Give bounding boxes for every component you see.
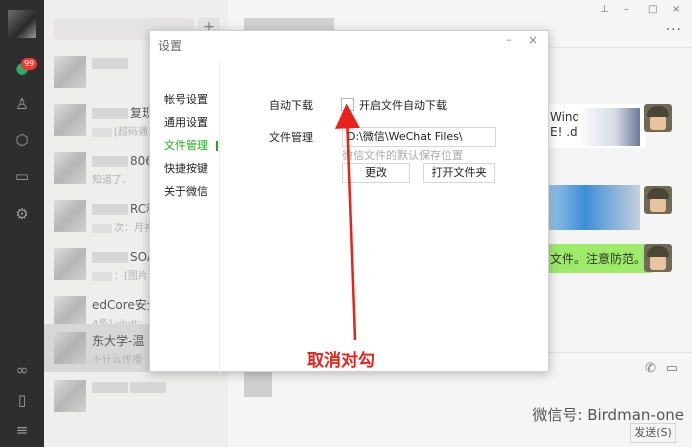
nav-shortcuts[interactable]: 快捷按键 (164, 160, 208, 176)
nav-file-management[interactable]: 文件管理 (164, 137, 208, 153)
auto-download-label: 自动下载 (269, 99, 313, 112)
box-icon[interactable]: ⬡ (12, 130, 32, 150)
phone-icon[interactable]: ▯ (12, 390, 32, 410)
avatar[interactable] (644, 186, 672, 214)
user-avatar[interactable] (8, 10, 36, 38)
settings-nav: 帐号设置 通用设置 文件管理 快捷按键 关于微信 (150, 61, 220, 373)
send-button[interactable]: 发送(S) (630, 423, 676, 443)
save-path-hint: 微信文件的默认保存位置 (342, 149, 463, 162)
close-button[interactable]: × (526, 33, 540, 47)
attachment-thumb (244, 369, 272, 397)
nav-about[interactable]: 关于微信 (164, 183, 208, 199)
video-call-icon[interactable]: ▭ (666, 361, 678, 376)
auto-download-checkbox[interactable] (341, 98, 354, 111)
image-message[interactable] (548, 185, 640, 230)
more-icon[interactable]: ··· (666, 22, 682, 38)
gear-icon[interactable]: ⚙ (12, 204, 32, 224)
avatar[interactable] (644, 244, 672, 272)
minimize-icon[interactable]: – (624, 4, 629, 15)
unread-badge: 99 (21, 58, 38, 70)
nav-general-settings[interactable]: 通用设置 (164, 114, 208, 130)
close-icon[interactable]: × (672, 4, 680, 15)
annotation-text: 取消对勾 (307, 351, 375, 371)
watermark-text: 微信号: Birdman-one (532, 406, 684, 424)
contacts-icon[interactable]: ♙ (12, 94, 32, 114)
pin-icon[interactable]: ⊥ (600, 4, 609, 15)
folder-icon[interactable]: ▭ (12, 166, 32, 186)
change-path-button[interactable]: 更改 (342, 163, 410, 183)
avatar[interactable] (644, 104, 672, 132)
dialog-title: 设置 (158, 39, 183, 53)
file-management-label: 文件管理 (269, 131, 313, 144)
auto-download-checkbox-label[interactable]: 开启文件自动下载 (359, 97, 447, 113)
active-nav-marker (216, 141, 218, 151)
minimize-button[interactable]: – (502, 33, 516, 47)
link-icon[interactable]: ∞ (12, 360, 32, 380)
nav-rail: ● 99 ♙ ⬡ ▭ ⚙ ∞ ▯ ≡ (0, 0, 44, 447)
file-thumbnail (578, 108, 640, 146)
phone-call-icon[interactable]: ✆ (645, 361, 656, 376)
maximize-icon[interactable]: □ (648, 4, 657, 15)
nav-account-settings[interactable]: 帐号设置 (164, 91, 208, 107)
text-message[interactable]: 文件。注意防范。 (542, 244, 655, 273)
save-path-field: D:\微信\WeChat Files\ (342, 127, 496, 147)
menu-icon[interactable]: ≡ (12, 420, 32, 440)
settings-dialog: 设置 – × 帐号设置 通用设置 文件管理 快捷按键 关于微信 自动下载 开启文… (149, 30, 549, 373)
open-folder-button[interactable]: 打开文件夹 (423, 163, 495, 183)
